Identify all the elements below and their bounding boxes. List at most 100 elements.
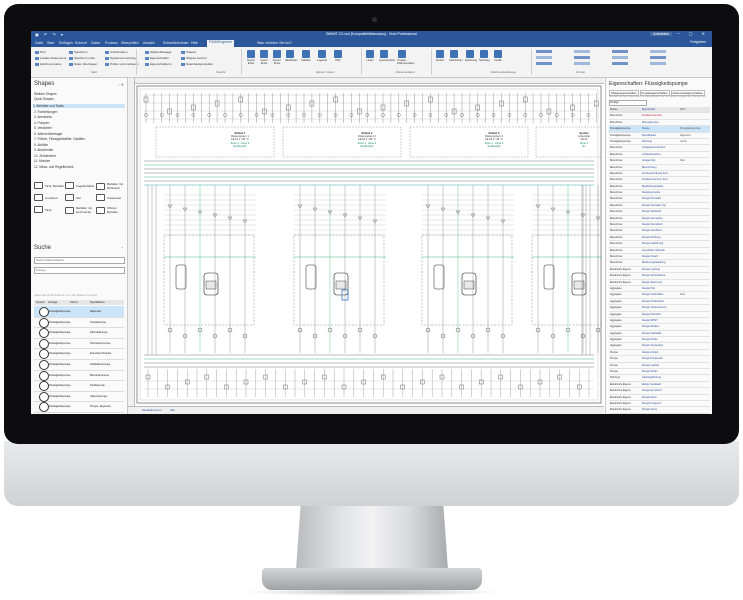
tab-0[interactable]: Datei — [35, 41, 43, 45]
ribbon-format-icon[interactable] — [612, 62, 629, 65]
ribbon-big-btn-4[interactable]: Tabellen — [301, 50, 311, 68]
ribbon-big-btn-6[interactable]: PDF — [333, 50, 343, 68]
ribbon-format-icon[interactable] — [574, 62, 591, 65]
property-cell: Bearbeitungsstatus — [642, 184, 664, 188]
search-result-row[interactable]: Flüssigkeitspumpe Pumpe, allgemein — [34, 401, 124, 413]
master-shape[interactable]: Tank, Behälter — [34, 182, 65, 189]
stencil-item[interactable]: 8. Abfüller — [34, 143, 48, 147]
tab-2[interactable]: Einfügen — [59, 41, 73, 45]
ribbon-btn-12[interactable]: Shapes — [181, 50, 196, 54]
stencil-item[interactable]: 9. Abscheider — [34, 148, 53, 152]
stencil-item[interactable]: 11. Mischer — [34, 159, 50, 163]
more-shapes-link[interactable]: Weitere Shapes — [34, 92, 57, 96]
ribbon-format-icon[interactable] — [536, 62, 553, 65]
ribbon-format-icon[interactable] — [536, 50, 553, 53]
property-cell[interactable]: rechts — [680, 140, 709, 143]
stencil-item[interactable]: 5. Verdichter — [34, 126, 52, 130]
ribbon-btn-2[interactable]: Zeichnenmodus — [35, 62, 61, 66]
tab-1[interactable]: Start — [47, 41, 54, 45]
tell-me-search[interactable]: Was möchten Sie tun? — [257, 41, 292, 45]
property-cell[interactable]: Nein — [680, 293, 709, 296]
ribbon-big-btn-8[interactable]: Querverweise — [379, 50, 395, 68]
stencil-item[interactable]: 12. Mess- und Regeltechnik — [34, 165, 74, 169]
ribbon-btn-1[interactable]: Lokales Dokumente — [35, 56, 67, 60]
ribbon-big-btn-0[interactable]: Export Excel — [246, 50, 256, 68]
ribbon-big-btn-9[interactable]: Projekt-Dokumentation — [397, 50, 414, 68]
master-shape[interactable]: Gaskessel — [96, 194, 127, 201]
tab-4[interactable]: Daten — [91, 41, 100, 45]
stencil-item[interactable]: 7. Rührer, Flüssigkeitsfilter, Gasfilter — [34, 137, 85, 141]
stencil-item[interactable]: 4. Pumpen — [34, 121, 49, 125]
stand-foot — [262, 568, 482, 590]
master-shape[interactable]: Behälter mit Heizmantel — [65, 206, 96, 214]
tab-8[interactable]: Schnellzeichnen — [163, 41, 189, 45]
ribbon-format-icon[interactable] — [612, 56, 629, 59]
tab-3[interactable]: Entwurf — [75, 41, 87, 45]
property-cell[interactable]: allgemein — [680, 134, 709, 137]
stencil-item[interactable]: 6. Wärmeübertrager — [34, 132, 63, 136]
master-shape[interactable]: Silo — [65, 194, 96, 201]
ribbon-btn-4[interactable]: Speichern unter — [69, 56, 95, 60]
sheet-tab[interactable]: Alle — [170, 408, 175, 412]
ribbon-btn-11[interactable]: Eigenschaftenm. — [145, 62, 172, 66]
properties-view-select[interactable]: Vorlage — [609, 100, 647, 106]
ribbon-format-icon[interactable] — [574, 56, 591, 59]
ribbon-btn-14[interactable]: Datenbankperiodiert — [181, 62, 213, 66]
property-cell: Aggregate — [610, 299, 622, 303]
master-shape[interactable]: Behälter mit Rührwerk — [96, 182, 127, 190]
ribbon-big-btn-7[interactable]: Linien — [365, 50, 375, 68]
property-cell[interactable]: Nein — [680, 159, 709, 162]
ribbon-big-btn-11[interactable]: Nachziehen — [449, 50, 463, 68]
property-cell[interactable]: Flüssigkeitspumpe — [680, 127, 709, 130]
quick-shapes-link[interactable]: Quick Shapes — [34, 97, 54, 101]
ribbon-btn-0[interactable]: Pins — [35, 50, 46, 54]
ribbon-btn-3[interactable]: Speichern — [69, 50, 88, 54]
ribbon-big-btn-3[interactable]: Stücklisten — [285, 50, 298, 68]
ribbon-big-btn-10[interactable]: Ändern — [435, 50, 445, 68]
ribbon-big-btn-5[interactable]: Legende — [317, 50, 327, 68]
stencil-item[interactable]: 10. Zerkleinerer — [34, 154, 56, 158]
stencil-item[interactable]: 1. Behälter und Tanks — [33, 104, 125, 108]
ribbon-big-btn-12[interactable]: Zeichnung — [465, 50, 477, 68]
drawing-canvas[interactable]: Einheit 1 Dosiersystem 1 FE 01 1 / 65 °C Zo… — [128, 78, 604, 406]
ribbon-big-btn-14[interactable]: Grafik — [493, 50, 503, 68]
ribbon-btn-7[interactable]: Systemvermerkung — [105, 56, 136, 60]
property-cell: Bezeichner — [610, 191, 623, 195]
property-cell: Elektrische Eigens. — [610, 267, 632, 271]
master-shape[interactable]: Offener Behälter — [96, 206, 127, 214]
ribbon-format-icon[interactable] — [612, 50, 629, 53]
ribbon-btn-13[interactable]: Shapes suchen — [181, 56, 207, 60]
ribbon-btn-9[interactable]: Objekt-Manager — [145, 50, 172, 54]
ribbon-format-icon[interactable] — [536, 56, 553, 59]
ribbon-btn-8[interactable]: Prüfen und markieren — [105, 62, 139, 66]
search-pane-collapse-icon[interactable]: ⌃ — [121, 246, 124, 251]
tab-9[interactable]: Hilfe — [191, 41, 198, 45]
ribbon-btn-10[interactable]: Eigenschaften — [145, 56, 169, 60]
tab-7[interactable]: Ansicht — [143, 41, 154, 45]
stencil-item[interactable]: 3. Armaturen — [34, 115, 52, 119]
ribbon-big-btn-2[interactable]: Export Excel — [272, 50, 282, 68]
pane-close-icon[interactable]: ‹ ✕ — [118, 82, 124, 87]
ribbon-big-btn-13[interactable]: Nachtrag — [479, 50, 490, 68]
ribbon-format-icon[interactable] — [574, 50, 591, 53]
ribbon-format-icon[interactable] — [650, 50, 667, 53]
tab-10[interactable]: P&ID/Engineer — [207, 40, 235, 47]
ribbon-btn-5[interactable]: Daten übertragen — [69, 62, 97, 66]
ribbon-format-icon[interactable] — [650, 62, 667, 65]
sheet-tab[interactable]: Modellkonzern — [142, 408, 162, 412]
master-shape[interactable]: Tank — [34, 206, 65, 213]
signin-button[interactable]: Anmelden — [650, 32, 672, 36]
tab-6[interactable]: Überprüfen — [121, 41, 139, 45]
search-input[interactable]: Suche Datenschema — [34, 257, 125, 264]
ribbon-btn-6[interactable]: Aufschreiben — [105, 50, 128, 54]
share-button[interactable]: Freigeben — [690, 40, 706, 44]
ribbon-format-icon[interactable] — [650, 56, 667, 59]
stencil-item[interactable]: 2. Rohrleitungen — [34, 110, 57, 114]
shape-label: Tank, Behälter — [45, 183, 65, 188]
window-controls[interactable]: ─ ▢ ✕ — [677, 31, 709, 36]
search-filter-input[interactable]: Pumpe — [34, 267, 125, 274]
master-shape[interactable]: Kugelbehälter — [65, 182, 96, 189]
master-shape[interactable]: Container — [34, 194, 65, 201]
ribbon-big-btn-1[interactable]: Import Excel — [259, 50, 269, 68]
tab-5[interactable]: Prozess — [105, 41, 118, 45]
